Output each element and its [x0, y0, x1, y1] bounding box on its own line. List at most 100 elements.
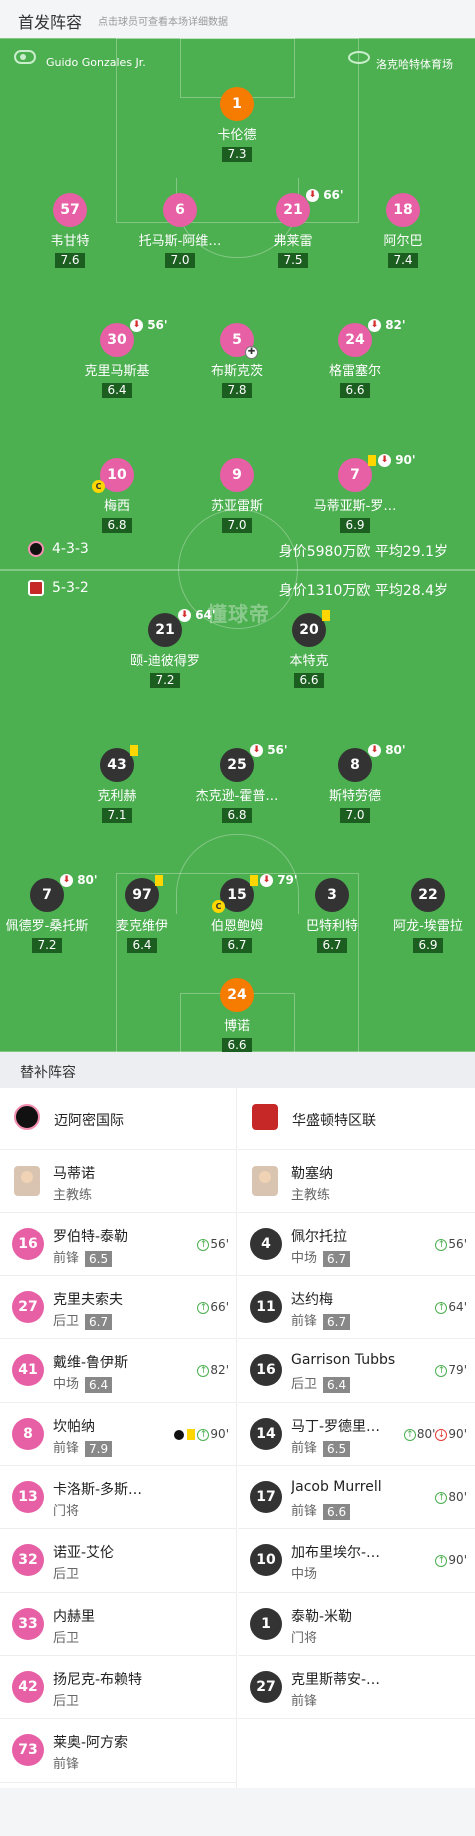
player-rating: 6.7 [222, 938, 252, 953]
player-name: 克里斯蒂安-… [291, 1672, 381, 1688]
sub-player-row[interactable]: 11 达约梅 前锋 6.7 ↑ 64' [238, 1276, 475, 1339]
player-position: 后卫 6.4 [291, 1373, 351, 1393]
player-card[interactable]: 22 阿龙-埃雷拉 6.9 [373, 878, 475, 953]
sub-player-row[interactable]: 73 莱奥-阿方索 前锋 [0, 1719, 237, 1783]
player-card[interactable]: 43 克利赫 7.1 [62, 745, 172, 823]
sub-player-row[interactable]: 1 泰勒-米勒 门将 [238, 1593, 475, 1656]
player-rating: 7.0 [222, 518, 252, 533]
home-team-row[interactable]: 迈阿密国际 [0, 1088, 237, 1150]
sub-out-event: ⬇ 56' [250, 743, 288, 757]
player-name: 克利赫 [97, 789, 137, 804]
player-card[interactable]: 3 巴特利特 6.7 [277, 878, 387, 953]
sub-in-icon: ↑ [197, 1301, 210, 1314]
player-position: 中场 6.7 [291, 1247, 351, 1267]
player-rating: 6.8 [222, 808, 252, 823]
page-subtitle: 点击球员可查看本场详细数据 [98, 17, 228, 28]
player-rating: 7.3 [222, 147, 252, 162]
sub-out-icon: ⬇ [60, 874, 73, 887]
player-number: 18 [386, 193, 420, 227]
player-rating: 7.5 [278, 253, 308, 268]
coach-role: 主教练 [291, 1188, 331, 1203]
player-card[interactable]: 20 本特克 6.6 [254, 610, 364, 688]
sub-player-row[interactable]: 4 佩尔托拉 中场 6.7 ↑ 56' [238, 1213, 475, 1276]
player-number: 22 [411, 878, 445, 912]
sub-player-row[interactable]: 33 内赫里 后卫 [0, 1593, 237, 1656]
sub-player-row[interactable]: 41 戴维-鲁伊斯 中场 6.4 ↑ 82' [0, 1339, 237, 1403]
player-name: Garrison Tubbs [291, 1352, 396, 1368]
player-name: 伯恩鲍姆 [210, 919, 263, 934]
player-card[interactable]: 97 麦克维伊 6.4 [87, 875, 197, 953]
player-card[interactable]: 30 ⬇ 56' 克里马斯基 6.4 [62, 318, 172, 398]
player-position: 前锋 6.5 [53, 1247, 113, 1267]
player-card[interactable]: 25 ⬇ 56' 杰克逊-霍普… 6.8 [182, 743, 292, 823]
player-card[interactable]: 24 ⬇ 82' 格雷塞尔 6.6 [300, 318, 410, 398]
yellow-card-icon [322, 610, 330, 621]
player-rating: 6.7 [323, 1250, 351, 1267]
sub-in-icon: ↑ [435, 1491, 448, 1504]
card-event [130, 743, 140, 757]
player-number: 13 [12, 1481, 44, 1513]
sub-in-event: ↑ 79' [435, 1363, 467, 1377]
player-number: 27 [12, 1291, 44, 1323]
player-card[interactable]: 6 托马斯-阿维… 7.0 [125, 193, 235, 268]
player-position: 后卫 [53, 1694, 80, 1709]
player-card[interactable]: 10 C 梅西 6.8 [62, 458, 172, 533]
player-card[interactable]: 1 卡伦德 7.3 [182, 87, 292, 162]
sub-out-icon: ⬇ [368, 319, 381, 332]
sub-in-event: ↑ 82' [197, 1363, 229, 1377]
player-name: 克里夫索夫 [53, 1292, 123, 1308]
player-card[interactable]: 24 博诺 6.6 [182, 978, 292, 1053]
sub-player-row[interactable]: 16 Garrison Tubbs 后卫 6.4 ↑ 79' [238, 1339, 475, 1403]
sub-player-row[interactable]: 17 Jacob Murrell 前锋 6.6 ↑ 80' [238, 1466, 475, 1529]
player-card[interactable]: 5 ✚ 布斯克茨 7.8 [182, 323, 292, 398]
player-rating: 6.5 [323, 1440, 351, 1457]
player-name: 扬尼克-布赖特 [53, 1672, 143, 1688]
player-card[interactable]: 21 ⬇ 64' 颐-迪彼得罗 7.2 [110, 608, 220, 688]
coach-avatar [14, 1166, 40, 1196]
sub-player-row[interactable]: 8 坎帕纳 前锋 7.9 ↑ 90' [0, 1403, 237, 1466]
sub-player-row[interactable]: 14 马丁-罗德里… 前锋 6.5 ↑ 80' ↓ 90' [238, 1403, 475, 1466]
player-card[interactable]: 15 C ⬇ 79' 伯恩鲍姆 6.7 [182, 873, 298, 953]
coach-name: 勒塞纳 [291, 1166, 333, 1182]
sub-in-icon: ↑ [435, 1301, 448, 1314]
player-position: 前锋 6.7 [291, 1310, 351, 1330]
away-coach-row[interactable]: 勒塞纳 主教练 [238, 1150, 475, 1213]
player-rating: 7.8 [222, 383, 252, 398]
player-card[interactable]: 57 韦甘特 7.6 [15, 193, 125, 268]
player-number: 20 [292, 610, 330, 647]
sub-player-row[interactable]: 10 加布里埃尔-… 中场 ↑ 90' [238, 1529, 475, 1593]
player-name: 卡洛斯-多斯… [53, 1482, 143, 1498]
sub-player-row[interactable]: 13 卡洛斯-多斯… 门将 [0, 1466, 237, 1529]
sub-player-row[interactable]: 27 克里斯蒂安-… 前锋 [238, 1656, 475, 1719]
home-coach-row[interactable]: 马蒂诺 主教练 [0, 1150, 237, 1213]
player-position: 门将 [291, 1631, 318, 1646]
player-rating: 6.4 [102, 383, 132, 398]
sub-player-row[interactable]: 42 扬尼克-布赖特 后卫 [0, 1656, 237, 1719]
player-name: 莱奥-阿方索 [53, 1735, 129, 1751]
sub-in-event: ↑ 64' [435, 1300, 467, 1314]
sub-player-row[interactable]: 16 罗伯特-泰勒 前锋 6.5 ↑ 56' [0, 1213, 237, 1276]
yellow-card-icon [187, 1429, 196, 1440]
player-number: 16 [12, 1228, 44, 1260]
player-number: 10 [250, 1544, 282, 1576]
injury-icon: ✚ [245, 346, 258, 359]
player-card[interactable]: 7 ⬇ 90' 马蒂亚斯-罗… 6.9 [300, 453, 416, 533]
player-name: 诺亚-艾伦 [53, 1545, 115, 1561]
player-rating: 6.6 [294, 673, 324, 688]
player-number: 7 ⬇ 90' [338, 453, 416, 492]
away-team-row[interactable]: 华盛顿特区联 [238, 1088, 475, 1150]
player-card[interactable]: 21 ⬇ 66' 弗莱雷 7.5 [238, 188, 348, 268]
player-card[interactable]: 18 阿尔巴 7.4 [348, 193, 458, 268]
sub-player-row[interactable]: 27 克里夫索夫 后卫 6.7 ↑ 66' [0, 1276, 237, 1339]
player-card[interactable]: 8 ⬇ 80' 斯特劳德 7.0 [300, 743, 410, 823]
player-name: 内赫里 [53, 1609, 95, 1625]
player-position: 前锋 [53, 1757, 80, 1772]
player-rating: 7.6 [55, 253, 85, 268]
player-card[interactable]: 9 苏亚雷斯 7.0 [182, 458, 292, 533]
player-rating: 7.1 [102, 808, 132, 823]
captain-icon: C [212, 900, 225, 913]
subs-header: 替补阵容 [0, 1052, 475, 1088]
sub-player-row[interactable]: 32 诺亚-艾伦 后卫 [0, 1529, 237, 1593]
player-name: Jacob Murrell [291, 1479, 382, 1495]
sub-in-event: ↑ 80' [435, 1490, 467, 1504]
